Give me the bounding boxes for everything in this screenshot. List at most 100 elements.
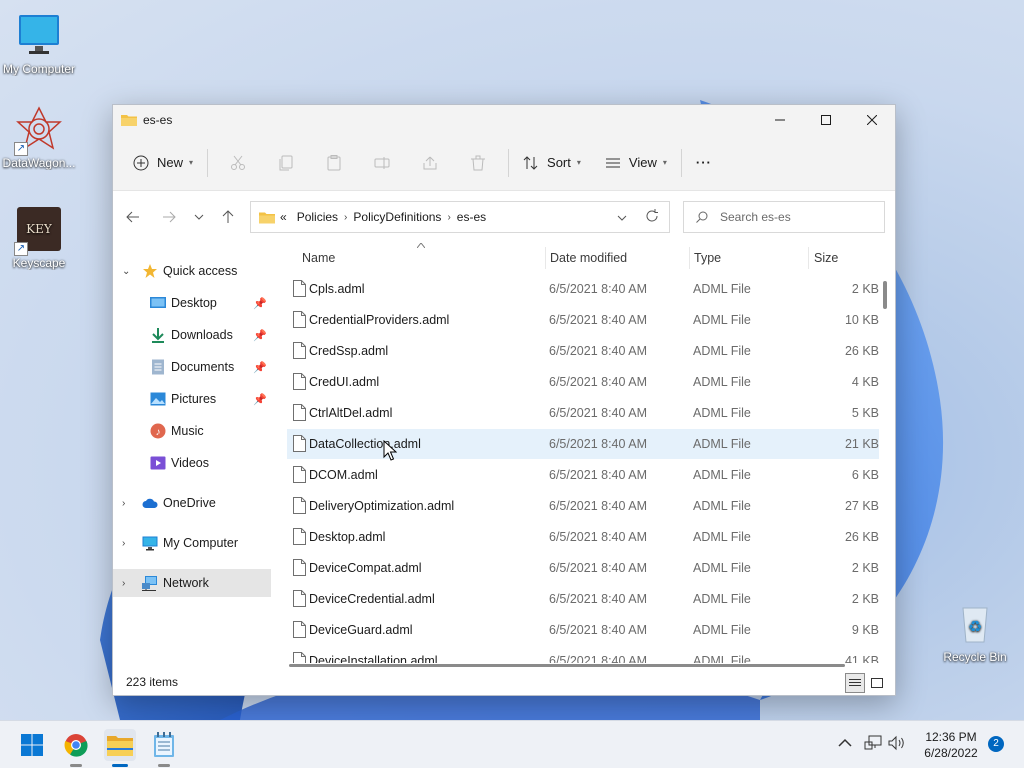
sidebar-item-label: Documents <box>171 360 235 374</box>
sidebar-item-quick-access[interactable]: ⌄ Quick access <box>113 257 271 285</box>
file-name: CtrlAltDel.adml <box>309 406 393 420</box>
table-row[interactable]: Desktop.adml 6/5/2021 8:40 AM ADML File 26 … <box>287 522 879 552</box>
sidebar-item-my-computer[interactable]: › My Computer <box>113 529 271 557</box>
sidebar-item-music[interactable]: ♪ Music <box>113 417 271 445</box>
file-size: 5 KB <box>851 406 879 420</box>
navigation-pane: ⌄ Quick access Desktop 📌 Downloads 📌 Doc… <box>113 253 273 673</box>
start-button[interactable] <box>16 729 48 761</box>
sidebar-item-network[interactable]: › Network <box>113 569 271 597</box>
chevron-down-icon <box>194 214 204 220</box>
table-row[interactable]: DeviceGuard.adml 6/5/2021 8:40 AM ADML Fil… <box>287 615 879 645</box>
table-row[interactable]: CtrlAltDel.adml 6/5/2021 8:40 AM ADML File… <box>287 398 879 428</box>
search-icon <box>696 211 708 223</box>
paste-button[interactable] <box>310 145 358 181</box>
sort-label: Sort <box>547 155 571 170</box>
close-button[interactable] <box>849 105 895 135</box>
file-icon <box>293 590 306 607</box>
desktop-icon-datawagon[interactable]: ↗ DataWagon... <box>0 106 78 170</box>
file-size: 9 KB <box>851 623 879 637</box>
column-separator[interactable] <box>808 247 809 269</box>
share-button[interactable] <box>406 145 454 181</box>
clock-time: 12:36 PM <box>925 730 977 744</box>
minimize-button[interactable] <box>757 105 803 135</box>
table-row[interactable]: CredUI.adml 6/5/2021 8:40 AM ADML File 4 KB <box>287 367 879 397</box>
file-icon <box>293 652 306 663</box>
desktop-icon-recycle-bin[interactable]: ♻ Recycle Bin <box>936 600 1014 664</box>
address-bar[interactable]: « Policies › PolicyDefinitions › es-es <box>250 201 670 233</box>
back-button[interactable] <box>118 202 148 232</box>
sidebar-item-documents[interactable]: Documents 📌 <box>113 353 271 381</box>
view-button[interactable]: View ▾ <box>597 145 675 181</box>
file-type: ADML File <box>693 499 751 513</box>
file-date: 6/5/2021 8:40 AM <box>549 344 647 358</box>
sidebar-item-onedrive[interactable]: › OneDrive <box>113 489 271 517</box>
recent-locations-button[interactable] <box>184 202 214 232</box>
new-button[interactable]: New ▾ <box>125 145 201 181</box>
rename-button[interactable] <box>358 145 406 181</box>
sort-button[interactable]: Sort ▾ <box>515 145 589 181</box>
sidebar-item-label: My Computer <box>163 536 239 550</box>
details-view-button[interactable] <box>845 673 865 693</box>
column-header-size[interactable]: Size <box>814 251 838 265</box>
horizontal-scrollbar-thumb[interactable] <box>289 664 845 667</box>
sidebar-item-pictures[interactable]: Pictures 📌 <box>113 385 271 413</box>
show-hidden-icons-button[interactable] <box>838 737 852 751</box>
title-bar[interactable]: es-es <box>113 105 895 135</box>
file-explorer-icon <box>107 736 133 756</box>
file-list: Name Date modified Type Size Cpls.adml 6/… <box>273 243 895 663</box>
notification-badge[interactable]: 2 <box>988 736 1004 752</box>
table-row[interactable]: DeviceCredential.adml 6/5/2021 8:40 AM ADM… <box>287 584 879 614</box>
vertical-scrollbar-thumb[interactable] <box>883 281 887 309</box>
column-header-type[interactable]: Type <box>694 251 721 265</box>
more-options-button[interactable]: ··· <box>688 145 720 181</box>
table-row[interactable]: DeliveryOptimization.adml 6/5/2021 8:40 A… <box>287 491 879 521</box>
column-separator[interactable] <box>689 247 690 269</box>
file-size: 4 KB <box>851 375 879 389</box>
desktop-icon-my-computer[interactable]: My Computer <box>0 12 78 76</box>
table-row[interactable]: CredentialProviders.adml 6/5/2021 8:40 AM… <box>287 305 879 335</box>
file-type: ADML File <box>693 530 751 544</box>
table-row[interactable]: Cpls.adml 6/5/2021 8:40 AM ADML File 2 KB <box>287 274 879 304</box>
pin-icon: 📌 <box>253 329 267 342</box>
desktop-icon-label: My Computer <box>2 62 76 76</box>
refresh-button[interactable] <box>645 209 659 226</box>
chrome-taskbar-button[interactable] <box>60 729 92 767</box>
overflow-chevron[interactable]: « <box>280 210 287 224</box>
download-icon <box>152 328 164 343</box>
table-row[interactable]: DeviceCompat.adml 6/5/2021 8:40 AM ADML Fi… <box>287 553 879 583</box>
table-row[interactable]: DCOM.adml 6/5/2021 8:40 AM ADML File 6 KB <box>287 460 879 490</box>
clock[interactable]: 12:36 PM 6/28/2022 <box>912 729 990 761</box>
maximize-button[interactable] <box>803 105 849 135</box>
sidebar-item-videos[interactable]: Videos <box>113 449 271 477</box>
cut-button[interactable] <box>214 145 262 181</box>
forward-button[interactable] <box>154 202 184 232</box>
column-header-date[interactable]: Date modified <box>550 251 627 265</box>
close-icon <box>867 115 877 125</box>
volume-icon <box>888 735 904 751</box>
datawagon-icon: ↗ <box>14 106 62 156</box>
file-explorer-taskbar-button[interactable] <box>104 729 136 767</box>
up-button[interactable] <box>213 202 243 232</box>
network-tray-button[interactable] <box>864 735 882 754</box>
cloud-icon <box>142 498 158 508</box>
sidebar-item-downloads[interactable]: Downloads 📌 <box>113 321 271 349</box>
breadcrumb-policydefinitions[interactable]: PolicyDefinitions <box>353 210 441 224</box>
command-bar: New ▾ Sort ▾ View ▾ ··· <box>113 135 895 191</box>
table-row[interactable]: CredSsp.adml 6/5/2021 8:40 AM ADML File 26 … <box>287 336 879 366</box>
volume-button[interactable] <box>888 735 906 754</box>
copy-button[interactable] <box>262 145 310 181</box>
table-row[interactable]: DataCollection.adml 6/5/2021 8:40 AM ADML … <box>287 429 879 459</box>
desktop-icon-keyscape[interactable]: KEY ↗ Keyscape <box>0 206 78 270</box>
breadcrumb-es-es[interactable]: es-es <box>457 210 486 224</box>
column-header-name[interactable]: Name <box>302 251 335 265</box>
breadcrumb-policies[interactable]: Policies <box>297 210 338 224</box>
table-row[interactable]: DeviceInstallation.adml 6/5/2021 8:40 AM A… <box>287 646 879 663</box>
sidebar-item-desktop[interactable]: Desktop 📌 <box>113 289 271 317</box>
notepad-taskbar-button[interactable] <box>148 729 180 767</box>
address-dropdown-button[interactable] <box>617 211 627 225</box>
large-icons-view-button[interactable] <box>867 673 887 693</box>
delete-button[interactable] <box>454 145 502 181</box>
column-separator[interactable] <box>545 247 546 269</box>
minimize-icon <box>775 119 785 121</box>
search-input[interactable]: Search es-es <box>683 201 885 233</box>
